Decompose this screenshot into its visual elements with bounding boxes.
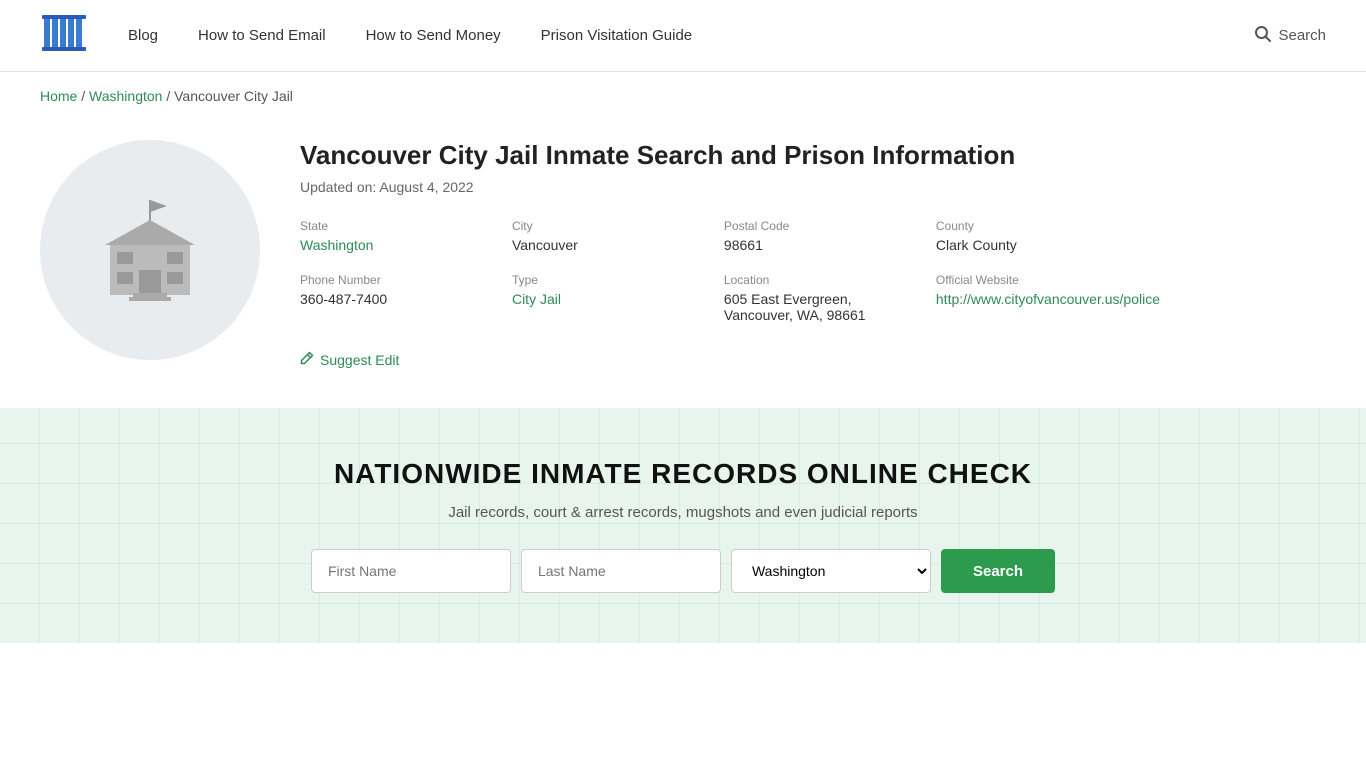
breadcrumb-current: Vancouver City Jail [174, 88, 293, 104]
site-header: Blog How to Send Email How to Send Money… [0, 0, 1366, 72]
inmate-search-form: AlabamaAlaskaArizonaArkansasCaliforniaCo… [40, 549, 1326, 593]
city-label: City [512, 219, 708, 233]
search-button[interactable]: Search [941, 549, 1055, 593]
records-section: NATIONWIDE INMATE RECORDS ONLINE CHECK J… [0, 408, 1366, 643]
jail-title: Vancouver City Jail Inmate Search and Pr… [300, 140, 1160, 171]
breadcrumb: Home / Washington / Vancouver City Jail [0, 72, 1366, 120]
city-value: Vancouver [512, 237, 708, 253]
state-value[interactable]: Washington [300, 237, 373, 253]
breadcrumb-state[interactable]: Washington [89, 88, 162, 104]
nav-blog[interactable]: Blog [128, 27, 158, 44]
updated-date: Updated on: August 4, 2022 [300, 179, 1160, 195]
last-name-input[interactable] [521, 549, 721, 593]
phone-label: Phone Number [300, 273, 496, 287]
location-value: 605 East Evergreen, Vancouver, WA, 98661 [724, 291, 920, 323]
info-state: State Washington [300, 219, 496, 253]
phone-value: 360-487-7400 [300, 291, 496, 307]
location-label: Location [724, 273, 920, 287]
state-select[interactable]: AlabamaAlaskaArizonaArkansasCaliforniaCo… [731, 549, 931, 593]
state-label: State [300, 219, 496, 233]
type-label: Type [512, 273, 708, 287]
info-type: Type City Jail [512, 273, 708, 323]
edit-icon [300, 351, 314, 368]
first-name-input[interactable] [311, 549, 511, 593]
suggest-edit-label: Suggest Edit [320, 352, 399, 368]
suggest-edit-link[interactable]: Suggest Edit [300, 351, 1160, 368]
info-city: City Vancouver [512, 219, 708, 253]
header-search[interactable]: Search [1254, 25, 1326, 47]
records-heading: NATIONWIDE INMATE RECORDS ONLINE CHECK [40, 458, 1326, 490]
info-county: County Clark County [936, 219, 1160, 253]
info-phone: Phone Number 360-487-7400 [300, 273, 496, 323]
info-postal: Postal Code 98661 [724, 219, 920, 253]
website-label: Official Website [936, 273, 1160, 287]
breadcrumb-home[interactable]: Home [40, 88, 77, 104]
records-description: Jail records, court & arrest records, mu… [40, 504, 1326, 521]
county-label: County [936, 219, 1160, 233]
jail-image [40, 140, 260, 360]
postal-value: 98661 [724, 237, 920, 253]
nav-visitation[interactable]: Prison Visitation Guide [541, 27, 692, 44]
site-logo[interactable] [40, 9, 88, 62]
postal-label: Postal Code [724, 219, 920, 233]
nav-send-email[interactable]: How to Send Email [198, 27, 326, 44]
search-icon [1254, 25, 1272, 47]
info-grid: State Washington City Vancouver Postal C… [300, 219, 1160, 323]
jail-info: Vancouver City Jail Inmate Search and Pr… [300, 140, 1160, 368]
nav-send-money[interactable]: How to Send Money [366, 27, 501, 44]
info-website: Official Website http://www.cityofvancou… [936, 273, 1160, 323]
main-nav: Blog How to Send Email How to Send Money… [128, 27, 1254, 44]
type-value[interactable]: City Jail [512, 291, 561, 307]
search-label: Search [1278, 27, 1326, 44]
county-value: Clark County [936, 237, 1160, 253]
website-value[interactable]: http://www.cityofvancouver.us/police [936, 291, 1160, 307]
info-location: Location 605 East Evergreen, Vancouver, … [724, 273, 920, 323]
main-content: Vancouver City Jail Inmate Search and Pr… [0, 120, 1200, 408]
